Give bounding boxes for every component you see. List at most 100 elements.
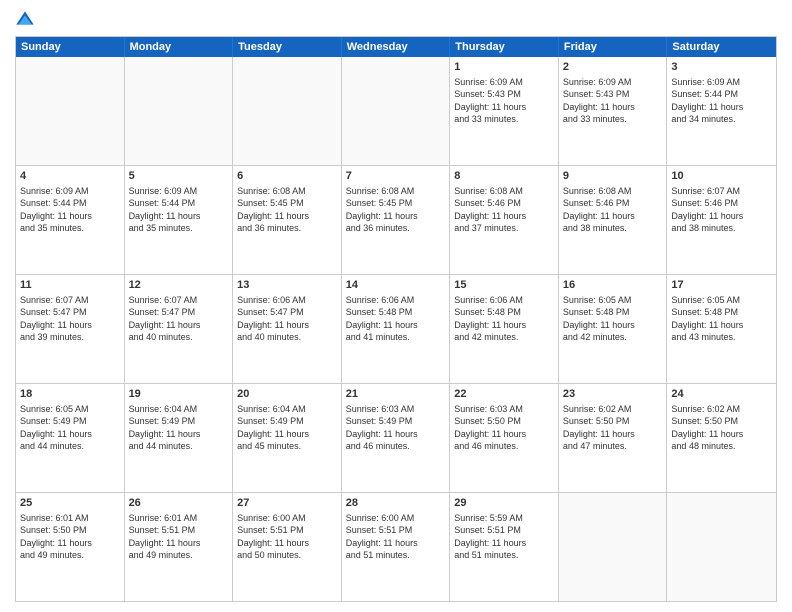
day-number: 1 <box>454 60 554 74</box>
header-day: Sunday <box>16 37 125 57</box>
day-number: 20 <box>237 387 337 401</box>
day-info: Sunrise: 6:01 AM Sunset: 5:51 PM Dayligh… <box>129 512 229 561</box>
day-number: 24 <box>671 387 772 401</box>
calendar-cell: 9 Sunrise: 6:08 AM Sunset: 5:46 PM Daylig… <box>559 166 668 274</box>
calendar-cell: 20 Sunrise: 6:04 AM Sunset: 5:49 PM Dayli… <box>233 384 342 492</box>
calendar-cell <box>342 57 451 165</box>
day-number: 25 <box>20 496 120 510</box>
calendar-cell: 16 Sunrise: 6:05 AM Sunset: 5:48 PM Dayli… <box>559 275 668 383</box>
day-number: 2 <box>563 60 663 74</box>
day-info: Sunrise: 6:08 AM Sunset: 5:45 PM Dayligh… <box>237 185 337 234</box>
day-number: 26 <box>129 496 229 510</box>
day-info: Sunrise: 6:04 AM Sunset: 5:49 PM Dayligh… <box>129 403 229 452</box>
day-info: Sunrise: 6:07 AM Sunset: 5:47 PM Dayligh… <box>129 294 229 343</box>
calendar-cell: 7 Sunrise: 6:08 AM Sunset: 5:45 PM Daylig… <box>342 166 451 274</box>
day-info: Sunrise: 6:08 AM Sunset: 5:46 PM Dayligh… <box>454 185 554 234</box>
day-number: 4 <box>20 169 120 183</box>
day-info: Sunrise: 6:01 AM Sunset: 5:50 PM Dayligh… <box>20 512 120 561</box>
calendar-cell: 12 Sunrise: 6:07 AM Sunset: 5:47 PM Dayli… <box>125 275 234 383</box>
calendar-cell: 14 Sunrise: 6:06 AM Sunset: 5:48 PM Dayli… <box>342 275 451 383</box>
calendar-week: 25 Sunrise: 6:01 AM Sunset: 5:50 PM Dayli… <box>16 492 776 601</box>
day-info: Sunrise: 6:07 AM Sunset: 5:47 PM Dayligh… <box>20 294 120 343</box>
calendar-cell: 18 Sunrise: 6:05 AM Sunset: 5:49 PM Dayli… <box>16 384 125 492</box>
day-info: Sunrise: 6:05 AM Sunset: 5:49 PM Dayligh… <box>20 403 120 452</box>
day-number: 14 <box>346 278 446 292</box>
calendar-cell <box>559 493 668 601</box>
day-info: Sunrise: 6:04 AM Sunset: 5:49 PM Dayligh… <box>237 403 337 452</box>
day-number: 18 <box>20 387 120 401</box>
day-info: Sunrise: 6:02 AM Sunset: 5:50 PM Dayligh… <box>671 403 772 452</box>
day-number: 13 <box>237 278 337 292</box>
calendar-cell: 19 Sunrise: 6:04 AM Sunset: 5:49 PM Dayli… <box>125 384 234 492</box>
header-day: Friday <box>559 37 668 57</box>
day-info: Sunrise: 6:09 AM Sunset: 5:44 PM Dayligh… <box>20 185 120 234</box>
calendar-cell: 27 Sunrise: 6:00 AM Sunset: 5:51 PM Dayli… <box>233 493 342 601</box>
header-day: Tuesday <box>233 37 342 57</box>
calendar-body: 1Sunrise: 6:09 AM Sunset: 5:43 PM Daylig… <box>16 57 776 601</box>
calendar-header: SundayMondayTuesdayWednesdayThursdayFrid… <box>16 37 776 57</box>
day-number: 3 <box>671 60 772 74</box>
day-number: 7 <box>346 169 446 183</box>
calendar-cell <box>667 493 776 601</box>
calendar-cell: 22Sunrise: 6:03 AM Sunset: 5:50 PM Dayli… <box>450 384 559 492</box>
calendar-cell: 11 Sunrise: 6:07 AM Sunset: 5:47 PM Dayli… <box>16 275 125 383</box>
day-info: Sunrise: 6:07 AM Sunset: 5:46 PM Dayligh… <box>671 185 772 234</box>
day-number: 12 <box>129 278 229 292</box>
calendar-cell: 17 Sunrise: 6:05 AM Sunset: 5:48 PM Dayli… <box>667 275 776 383</box>
day-info: Sunrise: 6:08 AM Sunset: 5:45 PM Dayligh… <box>346 185 446 234</box>
calendar-cell: 25 Sunrise: 6:01 AM Sunset: 5:50 PM Dayli… <box>16 493 125 601</box>
calendar-cell: 13 Sunrise: 6:06 AM Sunset: 5:47 PM Dayli… <box>233 275 342 383</box>
calendar-cell: 6Sunrise: 6:08 AM Sunset: 5:45 PM Daylig… <box>233 166 342 274</box>
logo <box>15 10 39 30</box>
calendar-cell: 21Sunrise: 6:03 AM Sunset: 5:49 PM Dayli… <box>342 384 451 492</box>
day-number: 23 <box>563 387 663 401</box>
day-info: Sunrise: 6:00 AM Sunset: 5:51 PM Dayligh… <box>237 512 337 561</box>
calendar-cell: 26 Sunrise: 6:01 AM Sunset: 5:51 PM Dayli… <box>125 493 234 601</box>
day-info: Sunrise: 6:03 AM Sunset: 5:50 PM Dayligh… <box>454 403 554 452</box>
calendar-cell: 28Sunrise: 6:00 AM Sunset: 5:51 PM Dayli… <box>342 493 451 601</box>
calendar-cell: 5 Sunrise: 6:09 AM Sunset: 5:44 PM Daylig… <box>125 166 234 274</box>
calendar-cell: 3 Sunrise: 6:09 AM Sunset: 5:44 PM Daylig… <box>667 57 776 165</box>
day-number: 5 <box>129 169 229 183</box>
header-day: Wednesday <box>342 37 451 57</box>
day-info: Sunrise: 5:59 AM Sunset: 5:51 PM Dayligh… <box>454 512 554 561</box>
header-day: Saturday <box>667 37 776 57</box>
day-info: Sunrise: 6:06 AM Sunset: 5:48 PM Dayligh… <box>454 294 554 343</box>
day-info: Sunrise: 6:00 AM Sunset: 5:51 PM Dayligh… <box>346 512 446 561</box>
calendar-cell: 15 Sunrise: 6:06 AM Sunset: 5:48 PM Dayli… <box>450 275 559 383</box>
day-number: 8 <box>454 169 554 183</box>
calendar: SundayMondayTuesdayWednesdayThursdayFrid… <box>15 36 777 602</box>
calendar-cell: 4 Sunrise: 6:09 AM Sunset: 5:44 PM Daylig… <box>16 166 125 274</box>
day-info: Sunrise: 6:06 AM Sunset: 5:47 PM Dayligh… <box>237 294 337 343</box>
day-info: Sunrise: 6:05 AM Sunset: 5:48 PM Dayligh… <box>563 294 663 343</box>
calendar-cell: 1Sunrise: 6:09 AM Sunset: 5:43 PM Daylig… <box>450 57 559 165</box>
day-number: 19 <box>129 387 229 401</box>
day-number: 16 <box>563 278 663 292</box>
day-number: 10 <box>671 169 772 183</box>
calendar-cell: 29 Sunrise: 5:59 AM Sunset: 5:51 PM Dayli… <box>450 493 559 601</box>
day-info: Sunrise: 6:09 AM Sunset: 5:44 PM Dayligh… <box>129 185 229 234</box>
day-number: 9 <box>563 169 663 183</box>
day-info: Sunrise: 6:06 AM Sunset: 5:48 PM Dayligh… <box>346 294 446 343</box>
day-number: 11 <box>20 278 120 292</box>
calendar-cell <box>16 57 125 165</box>
header-day: Monday <box>125 37 234 57</box>
day-number: 17 <box>671 278 772 292</box>
calendar-cell: 2Sunrise: 6:09 AM Sunset: 5:43 PM Daylig… <box>559 57 668 165</box>
day-info: Sunrise: 6:03 AM Sunset: 5:49 PM Dayligh… <box>346 403 446 452</box>
calendar-cell: 23Sunrise: 6:02 AM Sunset: 5:50 PM Dayli… <box>559 384 668 492</box>
calendar-week: 4 Sunrise: 6:09 AM Sunset: 5:44 PM Daylig… <box>16 165 776 274</box>
header-day: Thursday <box>450 37 559 57</box>
day-info: Sunrise: 6:09 AM Sunset: 5:44 PM Dayligh… <box>671 76 772 125</box>
calendar-week: 11 Sunrise: 6:07 AM Sunset: 5:47 PM Dayli… <box>16 274 776 383</box>
day-info: Sunrise: 6:08 AM Sunset: 5:46 PM Dayligh… <box>563 185 663 234</box>
day-number: 29 <box>454 496 554 510</box>
header <box>15 10 777 30</box>
calendar-week: 1Sunrise: 6:09 AM Sunset: 5:43 PM Daylig… <box>16 57 776 165</box>
calendar-cell <box>233 57 342 165</box>
day-number: 15 <box>454 278 554 292</box>
day-number: 27 <box>237 496 337 510</box>
calendar-cell <box>125 57 234 165</box>
day-info: Sunrise: 6:05 AM Sunset: 5:48 PM Dayligh… <box>671 294 772 343</box>
calendar-cell: 8 Sunrise: 6:08 AM Sunset: 5:46 PM Daylig… <box>450 166 559 274</box>
